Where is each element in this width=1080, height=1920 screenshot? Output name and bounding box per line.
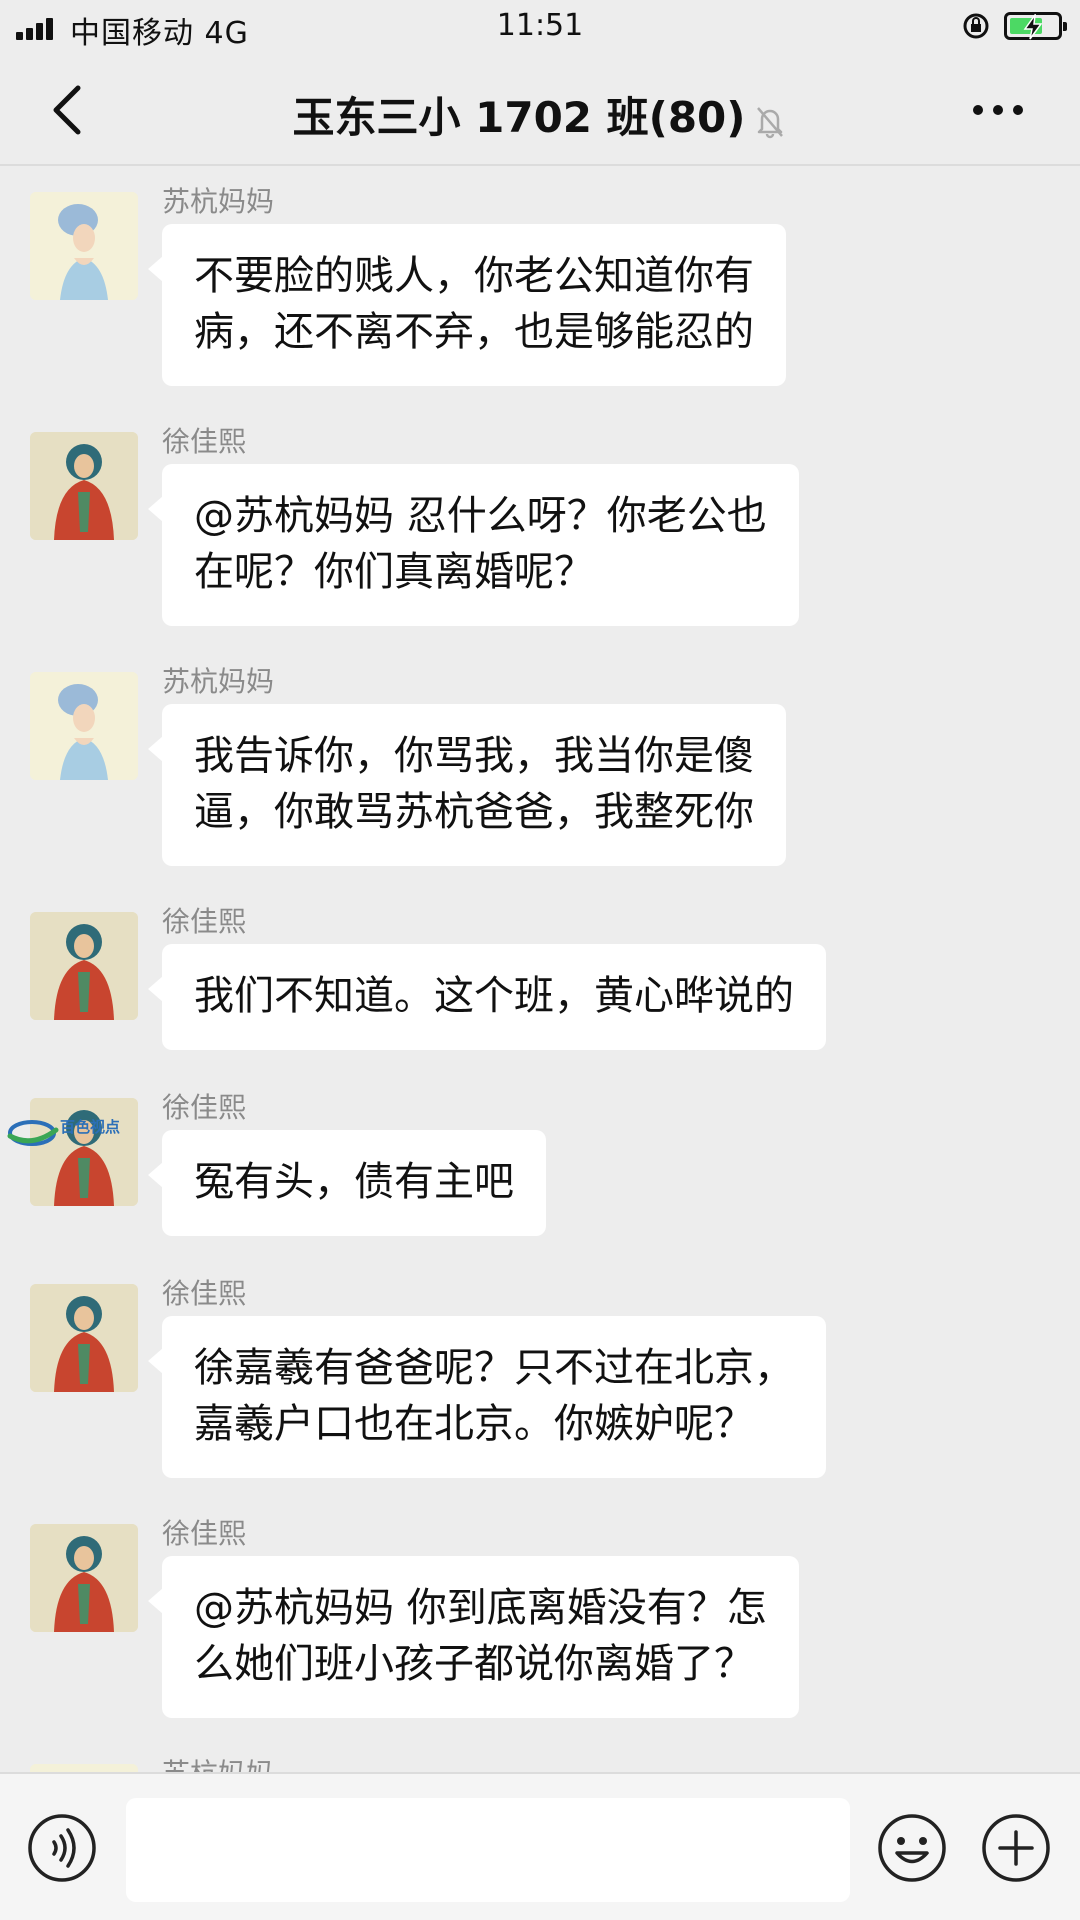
chat-header: 玉东三小 1702 班(80) — [0, 54, 1080, 166]
message-bubble[interactable]: 徐嘉羲有爸爸呢？只不过在北京， 嘉羲户口也在北京。你嫉妒呢？ — [148, 1316, 826, 1478]
message-line: 徐嘉羲有爸爸呢？只不过在北京， — [194, 1345, 794, 1391]
avatar[interactable] — [30, 1524, 138, 1632]
status-time: 11:51 — [496, 8, 584, 43]
sender-name: 徐佳熙 — [162, 1277, 247, 1310]
message-bubble[interactable]: 我告诉你，你骂我，我当你是傻 逼，你敢骂苏杭爸爸，我整死你 — [148, 704, 786, 866]
voice-icon[interactable] — [26, 1812, 98, 1884]
watermark-text: 百色视点 — [60, 1118, 121, 1136]
sender-name: 苏杭妈妈 — [162, 185, 275, 218]
message-line: @苏杭妈妈 忍什么呀？你老公也 — [194, 493, 767, 539]
message-line: 冤有头，债有主吧 — [194, 1159, 514, 1205]
avatar-monk-icon — [30, 912, 138, 1020]
sender-name: 徐佳熙 — [162, 1517, 247, 1550]
chat-title: 玉东三小 1702 班(80) — [0, 84, 1080, 145]
avatar-monk-icon — [30, 432, 138, 540]
avatar-monk-icon — [30, 1284, 138, 1392]
charging-bolt-icon — [1023, 14, 1043, 40]
message-line: 逼，你敢骂苏杭爸爸，我整死你 — [194, 789, 754, 835]
emoji-icon[interactable] — [876, 1812, 948, 1884]
message-bubble[interactable]: 不要脸的贱人，你老公知道你有 病，还不离不弃，也是够能忍的 — [148, 224, 786, 386]
avatar[interactable] — [30, 672, 138, 780]
watermark-logo: 百色视点 — [6, 1108, 126, 1158]
sender-name: 徐佳熙 — [162, 905, 247, 938]
avatar-monk-icon — [30, 1524, 138, 1632]
chat-title-text: 玉东三小 1702 班(80) — [292, 93, 746, 142]
message-line: 我告诉你，你骂我，我当你是傻 — [194, 733, 754, 779]
rotation-lock-icon — [963, 13, 989, 39]
sender-name: 徐佳熙 — [162, 1091, 247, 1124]
avatar[interactable] — [30, 432, 138, 540]
avatar-lady-icon — [30, 192, 138, 300]
avatar[interactable] — [30, 1284, 138, 1392]
message-line: 我们不知道。这个班，黄心晔说的 — [194, 973, 794, 1019]
message-bubble[interactable]: @苏杭妈妈 忍什么呀？你老公也 在呢？你们真离婚呢？ — [148, 464, 799, 626]
message-line: @苏杭妈妈 你到底离婚没有？怎 — [194, 1585, 767, 1631]
message-line: 病，还不离不弃，也是够能忍的 — [194, 309, 754, 355]
sender-name: 徐佳熙 — [162, 425, 247, 458]
message-line: 在呢？你们真离婚呢？ — [194, 549, 594, 595]
input-bar — [0, 1772, 1080, 1920]
battery-icon — [1004, 12, 1067, 40]
avatar[interactable] — [30, 1764, 138, 1772]
message-bubble[interactable]: 冤有头，债有主吧 — [148, 1130, 546, 1236]
avatar[interactable] — [30, 912, 138, 1020]
message-line: 么她们班小孩子都说你离婚了？ — [194, 1641, 754, 1687]
message-bubble[interactable]: 我们不知道。这个班，黄心晔说的 — [148, 944, 826, 1050]
watermark-swoosh-icon — [7, 1120, 59, 1146]
avatar-lady-icon — [30, 672, 138, 780]
status-bar: 中国移动 4G 11:51 — [0, 0, 1080, 54]
sender-name: 苏杭妈妈 — [162, 665, 275, 698]
avatar[interactable] — [30, 192, 138, 300]
sender-name: 苏杭妈妈 — [162, 1752, 274, 1772]
avatar-lady-icon — [30, 1764, 138, 1772]
message-line: 不要脸的贱人，你老公知道你有 — [194, 253, 754, 299]
message-bubble[interactable]: @苏杭妈妈 你到底离婚没有？怎 么她们班小孩子都说你离婚了？ — [148, 1556, 799, 1718]
plus-icon[interactable] — [980, 1812, 1052, 1884]
message-list[interactable]: 苏杭妈妈 不要脸的贱人，你老公知道你有 病，还不离不弃，也是够能忍的 徐佳熙 @… — [0, 168, 1080, 1772]
message-input[interactable] — [126, 1798, 850, 1902]
more-dots-icon[interactable] — [970, 98, 1026, 122]
message-line: 嘉羲户口也在北京。你嫉妒呢？ — [194, 1401, 754, 1447]
bell-muted-icon — [757, 106, 784, 138]
